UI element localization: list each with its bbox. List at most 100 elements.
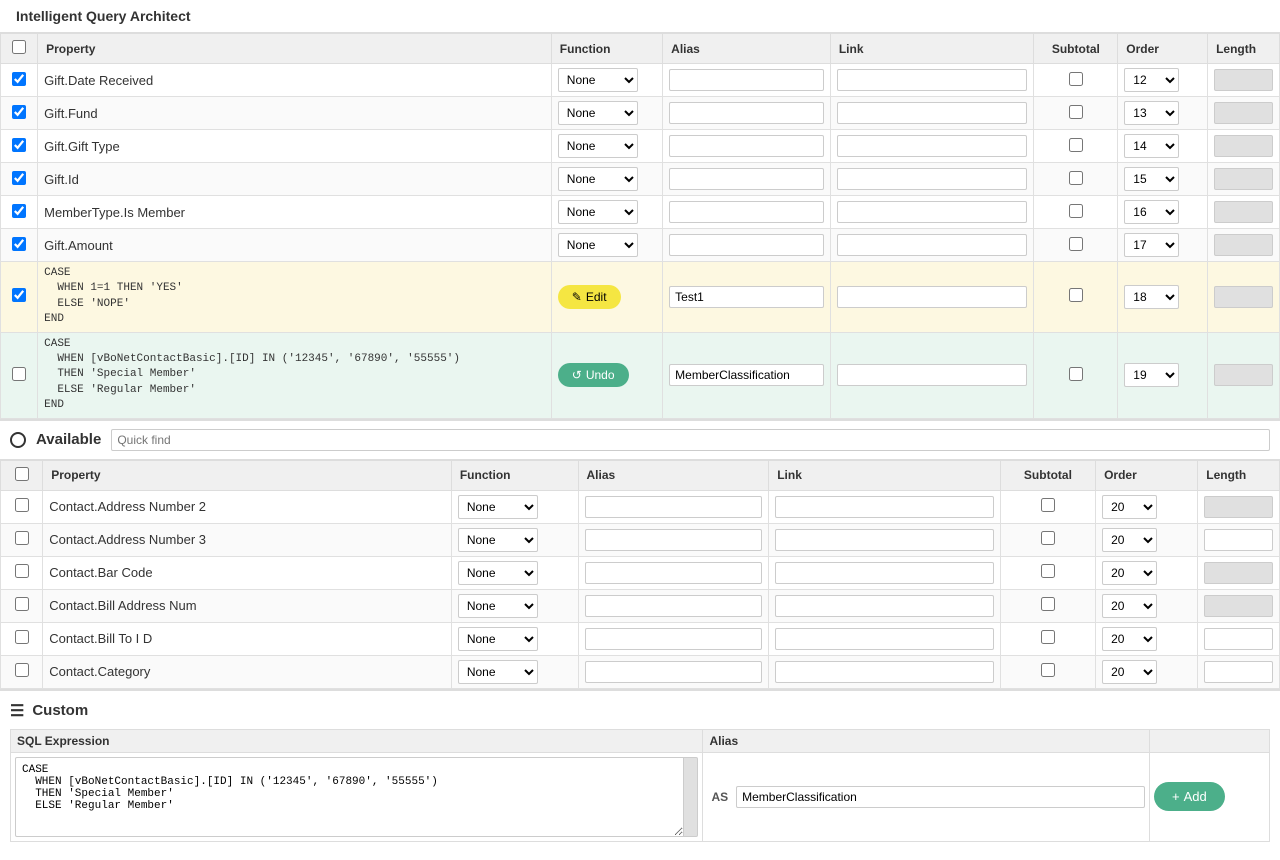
row-checkbox[interactable] bbox=[12, 138, 26, 152]
alias-input[interactable] bbox=[669, 364, 824, 386]
avail-link-input[interactable] bbox=[775, 562, 994, 584]
alias-input[interactable] bbox=[669, 168, 824, 190]
function-select[interactable]: NoneSumCountMaxMinAvg bbox=[558, 134, 638, 158]
function-select[interactable]: NoneSumCountMaxMinAvg bbox=[558, 233, 638, 257]
avail-subtotal-checkbox[interactable] bbox=[1041, 663, 1055, 677]
order-select[interactable]: 1234567891011121314151617181920 bbox=[1102, 528, 1157, 552]
subtotal-checkbox[interactable] bbox=[1069, 105, 1083, 119]
avail-function-select[interactable]: NoneSumCountMaxMinAvg bbox=[458, 528, 538, 552]
function-select[interactable]: NoneSumCountMaxMinAvg bbox=[558, 68, 638, 92]
avail-row-checkbox[interactable] bbox=[15, 597, 29, 611]
custom-alias-input[interactable] bbox=[736, 786, 1145, 808]
avail-link-input[interactable] bbox=[775, 628, 994, 650]
subtotal-checkbox[interactable] bbox=[1069, 367, 1083, 381]
link-input[interactable] bbox=[837, 102, 1028, 124]
order-select[interactable]: 1234567891011121314151617181920 bbox=[1102, 495, 1157, 519]
avail-subtotal-checkbox[interactable] bbox=[1041, 498, 1055, 512]
avail-subtotal-checkbox[interactable] bbox=[1041, 564, 1055, 578]
row-checkbox[interactable] bbox=[12, 237, 26, 251]
avail-row-checkbox[interactable] bbox=[15, 564, 29, 578]
avail-function-select[interactable]: NoneSumCountMaxMinAvg bbox=[458, 627, 538, 651]
order-select[interactable]: 1234567891011121314151617181920 bbox=[1124, 200, 1179, 224]
subtotal-checkbox[interactable] bbox=[1069, 237, 1083, 251]
as-label: AS bbox=[707, 785, 732, 809]
avail-alias-input[interactable] bbox=[585, 529, 763, 551]
avail-function-select[interactable]: NoneSumCountMaxMinAvg bbox=[458, 594, 538, 618]
avail-subtotal-checkbox[interactable] bbox=[1041, 531, 1055, 545]
order-select[interactable]: 1234567891011121314151617181920 bbox=[1124, 68, 1179, 92]
order-select[interactable]: 1234567891011121314151617181920 bbox=[1102, 627, 1157, 651]
link-input[interactable] bbox=[837, 234, 1028, 256]
avail-subtotal-checkbox[interactable] bbox=[1041, 630, 1055, 644]
property-cell: Gift.Id bbox=[38, 163, 552, 196]
select-all-selected[interactable] bbox=[12, 40, 26, 54]
subtotal-checkbox[interactable] bbox=[1069, 288, 1083, 302]
row-checkbox[interactable] bbox=[12, 171, 26, 185]
avail-row-checkbox[interactable] bbox=[15, 630, 29, 644]
order-select[interactable]: 1234567891011121314151617181920 bbox=[1124, 101, 1179, 125]
link-input[interactable] bbox=[837, 135, 1028, 157]
avail-length-input[interactable] bbox=[1204, 628, 1273, 650]
row-checkbox[interactable] bbox=[12, 204, 26, 218]
sql-scrollbar[interactable] bbox=[684, 757, 698, 837]
row-checkbox[interactable] bbox=[12, 288, 26, 302]
length-input bbox=[1214, 234, 1273, 256]
link-input[interactable] bbox=[837, 168, 1028, 190]
undo-button[interactable]: ↺ Undo bbox=[558, 363, 629, 387]
order-select[interactable]: 1234567891011121314151617181920 bbox=[1124, 233, 1179, 257]
avail-length-input[interactable] bbox=[1204, 661, 1273, 683]
add-button[interactable]: + Add bbox=[1154, 782, 1225, 811]
order-select[interactable]: 1234567891011121314151617181920 bbox=[1102, 594, 1157, 618]
app-title: Intelligent Query Architect bbox=[16, 8, 191, 24]
avail-row-checkbox[interactable] bbox=[15, 498, 29, 512]
avail-alias-input[interactable] bbox=[585, 595, 763, 617]
link-input[interactable] bbox=[837, 201, 1028, 223]
alias-input[interactable] bbox=[669, 201, 824, 223]
avail-row-checkbox[interactable] bbox=[15, 531, 29, 545]
subtotal-checkbox[interactable] bbox=[1069, 72, 1083, 86]
edit-button[interactable]: ✎ Edit bbox=[558, 285, 621, 309]
subtotal-checkbox[interactable] bbox=[1069, 171, 1083, 185]
order-select[interactable]: 1234567891011121314151617181920 bbox=[1124, 285, 1179, 309]
avail-alias-input[interactable] bbox=[585, 496, 763, 518]
avail-link-input[interactable] bbox=[775, 496, 994, 518]
avail-alias-input[interactable] bbox=[585, 628, 763, 650]
order-select[interactable]: 1234567891011121314151617181920 bbox=[1124, 167, 1179, 191]
function-select[interactable]: NoneSumCountMaxMinAvg bbox=[558, 167, 638, 191]
available-radio[interactable] bbox=[10, 432, 26, 448]
avail-link-input[interactable] bbox=[775, 595, 994, 617]
select-all-available[interactable] bbox=[15, 467, 29, 481]
order-select[interactable]: 1234567891011121314151617181920 bbox=[1102, 660, 1157, 684]
function-select[interactable]: NoneSumCountMaxMinAvg bbox=[558, 101, 638, 125]
link-input[interactable] bbox=[837, 364, 1028, 386]
row-checkbox[interactable] bbox=[12, 72, 26, 86]
quick-find-input[interactable] bbox=[111, 429, 1270, 451]
order-select[interactable]: 1234567891011121314151617181920 bbox=[1102, 561, 1157, 585]
avail-alias-input[interactable] bbox=[585, 661, 763, 683]
alias-input[interactable] bbox=[669, 286, 824, 308]
function-select[interactable]: NoneSumCountMaxMinAvg bbox=[558, 200, 638, 224]
subtotal-checkbox[interactable] bbox=[1069, 138, 1083, 152]
row-checkbox[interactable] bbox=[12, 367, 26, 381]
order-select[interactable]: 1234567891011121314151617181920 bbox=[1124, 134, 1179, 158]
alias-input[interactable] bbox=[669, 135, 824, 157]
avail-row-checkbox[interactable] bbox=[15, 663, 29, 677]
alias-input[interactable] bbox=[669, 234, 824, 256]
alias-input[interactable] bbox=[669, 69, 824, 91]
add-icon: + bbox=[1172, 789, 1180, 804]
avail-function-select[interactable]: NoneSumCountMaxMinAvg bbox=[458, 561, 538, 585]
alias-input[interactable] bbox=[669, 102, 824, 124]
row-checkbox[interactable] bbox=[12, 105, 26, 119]
subtotal-checkbox[interactable] bbox=[1069, 204, 1083, 218]
avail-length-input[interactable] bbox=[1204, 529, 1273, 551]
link-input[interactable] bbox=[837, 69, 1028, 91]
avail-alias-input[interactable] bbox=[585, 562, 763, 584]
order-select[interactable]: 1234567891011121314151617181920 bbox=[1124, 363, 1179, 387]
avail-link-input[interactable] bbox=[775, 661, 994, 683]
link-input[interactable] bbox=[837, 286, 1028, 308]
avail-link-input[interactable] bbox=[775, 529, 994, 551]
sql-expression-input[interactable] bbox=[15, 757, 684, 837]
avail-function-select[interactable]: NoneSumCountMaxMinAvg bbox=[458, 495, 538, 519]
avail-function-select[interactable]: NoneSumCountMaxMinAvg bbox=[458, 660, 538, 684]
avail-subtotal-checkbox[interactable] bbox=[1041, 597, 1055, 611]
